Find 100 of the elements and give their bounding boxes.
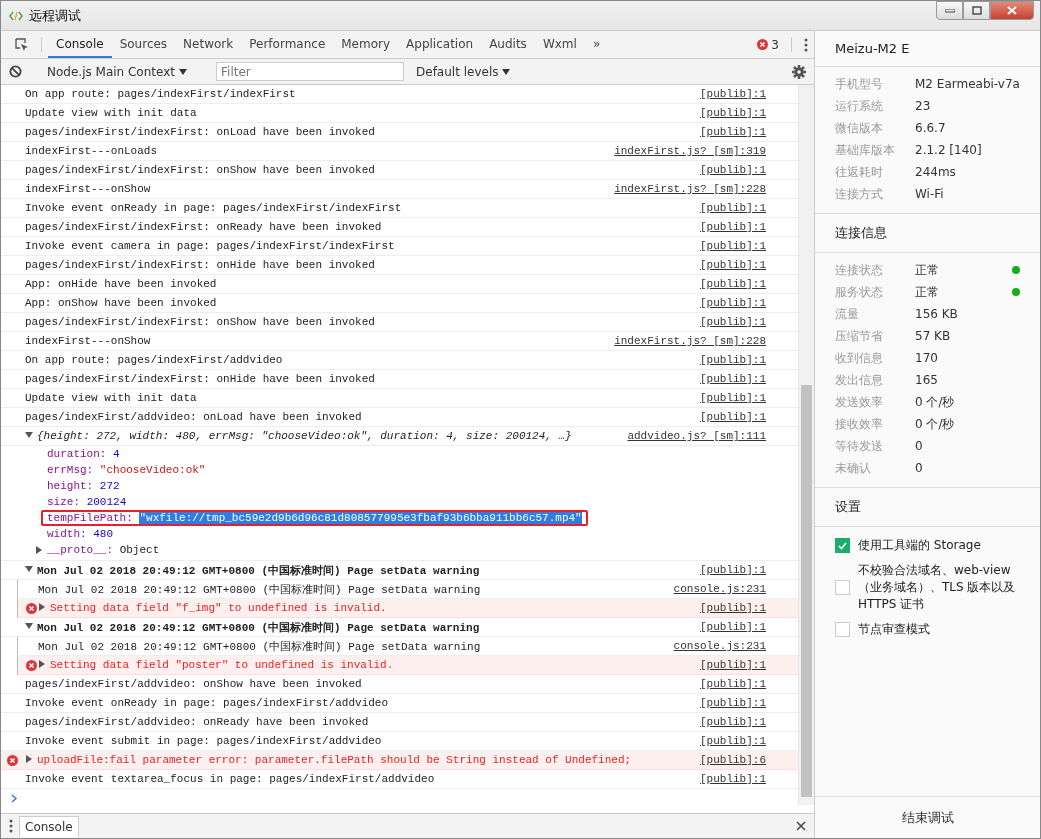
checkbox[interactable] bbox=[835, 622, 850, 637]
collapse-triangle-icon[interactable] bbox=[25, 755, 33, 763]
source-link[interactable]: [publib]:1 bbox=[700, 240, 766, 252]
error-icon bbox=[7, 754, 18, 766]
info-label: 等待发送 bbox=[835, 437, 884, 455]
source-link[interactable]: [publib]:1 bbox=[700, 697, 766, 709]
info-label: 流量 bbox=[835, 305, 860, 323]
source-link[interactable]: addvideo.js? [sm]:111 bbox=[627, 430, 766, 442]
source-link[interactable]: indexFirst.js? [sm]:319 bbox=[614, 145, 766, 157]
expand-triangle-icon[interactable] bbox=[25, 622, 33, 630]
settings-icon[interactable] bbox=[792, 64, 806, 79]
source-link[interactable]: console.js:231 bbox=[673, 583, 766, 595]
source-link[interactable]: [publib]:1 bbox=[700, 221, 766, 233]
inspect-icon[interactable] bbox=[15, 37, 29, 52]
info-value: 0 个/秒 bbox=[915, 393, 956, 411]
object-property: size: 200124 bbox=[46, 495, 128, 510]
log-message: App: onHide have been invoked bbox=[25, 278, 218, 290]
source-link[interactable]: [publib]:1 bbox=[700, 392, 766, 404]
info-value: M2 Earmeabi-v7a bbox=[915, 77, 1020, 91]
expand-triangle-icon[interactable] bbox=[25, 431, 33, 439]
error-message: Setting data field "poster" to undefined is invalid. bbox=[50, 659, 395, 671]
tab[interactable]: Application bbox=[398, 31, 482, 58]
maximize-button[interactable] bbox=[963, 1, 990, 20]
info-value: 0 bbox=[915, 439, 924, 453]
prompt-icon bbox=[11, 793, 18, 803]
group-title[interactable]: Mon Jul 02 2018 20:49:12 GMT+0800 (中国标准时间) Page setData warning bbox=[37, 562, 696, 578]
info-value: 170 bbox=[915, 351, 939, 365]
collapse-triangle-icon[interactable] bbox=[38, 660, 46, 668]
maximize-icon bbox=[971, 6, 982, 15]
more-icon[interactable] bbox=[804, 37, 808, 52]
tab[interactable]: Performance bbox=[241, 31, 334, 58]
source-link[interactable]: [publib]:1 bbox=[700, 202, 766, 214]
group-title[interactable]: Mon Jul 02 2018 20:49:12 GMT+0800 (中国标准时间) Page setData warning bbox=[37, 619, 696, 635]
close-icon[interactable] bbox=[796, 821, 806, 831]
minimize-button[interactable] bbox=[936, 1, 963, 20]
source-link[interactable]: [publib]:1 bbox=[700, 88, 766, 100]
source-link[interactable]: [publib]:1 bbox=[700, 354, 766, 366]
source-link[interactable]: [publib]:1 bbox=[700, 564, 766, 576]
log-message: pages/indexFirst/indexFirst: onShow have been invoked bbox=[25, 164, 376, 176]
drawer-tab[interactable]: Console bbox=[19, 815, 79, 837]
source-link[interactable]: [publib]:6 bbox=[700, 754, 766, 766]
source-link[interactable]: [publib]:1 bbox=[700, 716, 766, 728]
source-link[interactable]: [publib]:1 bbox=[700, 164, 766, 176]
info-value: 156 KB bbox=[915, 307, 959, 321]
checkbox[interactable] bbox=[835, 580, 850, 595]
close-button[interactable] bbox=[990, 1, 1034, 20]
source-link[interactable]: [publib]:1 bbox=[700, 411, 766, 423]
code-icon bbox=[9, 10, 23, 21]
info-value: 57 KB bbox=[915, 329, 952, 343]
tab[interactable]: Sources bbox=[111, 31, 176, 58]
checkbox[interactable] bbox=[835, 538, 850, 553]
log-message: pages/indexFirst/indexFirst: onHide have been invoked bbox=[25, 259, 376, 271]
tab[interactable]: Memory bbox=[333, 31, 399, 58]
source-link[interactable]: [publib]:1 bbox=[700, 373, 766, 385]
source-link[interactable]: [publib]:1 bbox=[700, 107, 766, 119]
collapse-triangle-icon[interactable] bbox=[35, 546, 43, 554]
log-message: Mon Jul 02 2018 20:49:12 GMT+0800 (中国标准时间) Page setData warning bbox=[38, 582, 482, 597]
log-message: pages/indexFirst/indexFirst: onLoad have been invoked bbox=[25, 126, 376, 138]
source-link[interactable]: [publib]:1 bbox=[700, 678, 766, 690]
info-value: 正常 bbox=[915, 283, 940, 301]
tab[interactable]: Network bbox=[175, 31, 242, 58]
info-label: 压缩节省 bbox=[835, 327, 884, 345]
log-message: pages/indexFirst/addvideo: onReady have been invoked bbox=[25, 716, 370, 728]
scrollbar-thumb[interactable] bbox=[801, 385, 812, 797]
context-dropdown[interactable]: Node.js Main Context bbox=[43, 64, 191, 79]
more-tabs-button[interactable]: » bbox=[584, 31, 609, 58]
levels-dropdown[interactable]: Default levels bbox=[412, 64, 515, 79]
error-count[interactable]: 3 bbox=[771, 37, 779, 52]
log-message: Invoke event onReady in page: pages/indexFirst/indexFirst bbox=[25, 202, 403, 214]
clear-console-icon[interactable] bbox=[9, 65, 22, 78]
window-title: 远程调试 bbox=[29, 6, 82, 25]
info-label: 基础库版本 bbox=[835, 141, 896, 159]
collapse-triangle-icon[interactable] bbox=[38, 603, 46, 611]
source-link[interactable]: [publib]:1 bbox=[700, 735, 766, 747]
object-property: width: 480 bbox=[46, 527, 115, 542]
tab[interactable]: Wxml bbox=[534, 31, 585, 58]
source-link[interactable]: [publib]:1 bbox=[700, 297, 766, 309]
source-link[interactable]: [publib]:1 bbox=[700, 316, 766, 328]
option-label: 不校验合法域名、web-view（业务域名）、TLS 版本以及 HTTPS 证书 bbox=[858, 562, 1017, 613]
source-link[interactable]: [publib]:1 bbox=[700, 278, 766, 290]
more-icon[interactable] bbox=[9, 819, 13, 833]
info-label: 运行系统 bbox=[835, 97, 884, 115]
source-link[interactable]: indexFirst.js? [sm]:228 bbox=[614, 335, 766, 347]
info-label: 发出信息 bbox=[835, 371, 884, 389]
info-label: 发送效率 bbox=[835, 393, 884, 411]
source-link[interactable]: [publib]:1 bbox=[700, 773, 766, 785]
section-title: 设置 bbox=[815, 487, 1040, 527]
source-link[interactable]: indexFirst.js? [sm]:228 bbox=[614, 183, 766, 195]
source-link[interactable]: [publib]:1 bbox=[700, 259, 766, 271]
source-link[interactable]: [publib]:1 bbox=[700, 659, 766, 671]
log-message: Invoke event camera in page: pages/indexFirst/indexFirst bbox=[25, 240, 396, 252]
expand-triangle-icon[interactable] bbox=[25, 565, 33, 573]
source-link[interactable]: console.js:231 bbox=[673, 640, 766, 652]
object-preview[interactable]: {height: 272, width: 480, errMsg: "chooseVideo:ok", duration: 4, size: 200124, …} bbox=[37, 430, 624, 442]
source-link[interactable]: [publib]:1 bbox=[700, 621, 766, 633]
object-property: duration: 4 bbox=[46, 447, 121, 462]
tab[interactable]: Audits bbox=[481, 31, 535, 58]
filter-field[interactable]: Filter bbox=[216, 62, 404, 81]
source-link[interactable]: [publib]:1 bbox=[700, 126, 766, 138]
source-link[interactable]: [publib]:1 bbox=[700, 602, 766, 614]
